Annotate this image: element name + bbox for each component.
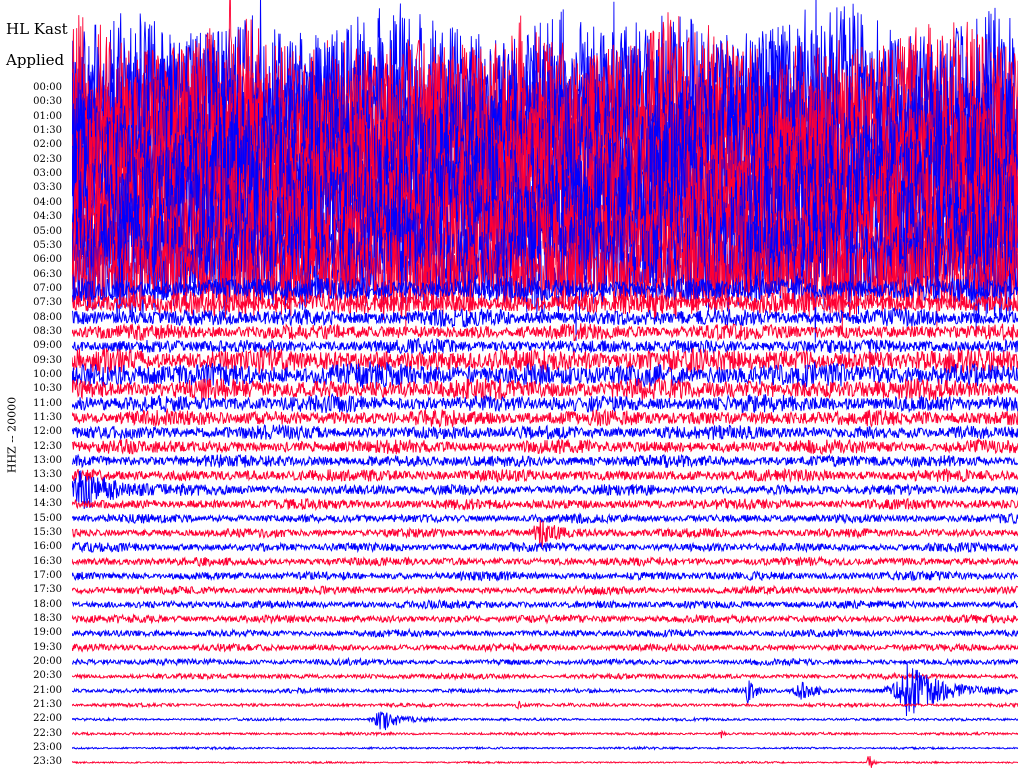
time-tick-label: 19:30 <box>33 641 62 653</box>
seismic-trace-16:00 <box>72 541 1018 554</box>
time-tick-label: 14:00 <box>33 483 62 495</box>
time-tick-label: 01:30 <box>33 125 62 137</box>
time-tick-label: 19:00 <box>33 627 62 639</box>
time-tick-label: 09:30 <box>33 354 62 366</box>
seismic-trace-19:30 <box>72 642 1018 653</box>
helicorder-display: HL Kast Applied HHZ -- 20000 00:00 00:30 0… <box>0 0 1024 780</box>
time-tick-label: 00:00 <box>33 82 62 93</box>
seismic-trace-11:00 <box>72 392 1018 414</box>
seismic-trace-19:00 <box>72 627 1018 639</box>
time-tick-label: 02:00 <box>33 139 62 151</box>
time-tick-label: 01:00 <box>33 110 62 122</box>
time-tick-label: 03:30 <box>33 182 62 194</box>
seismic-trace-13:30 <box>72 467 1018 483</box>
filter-status-label: Applied <box>6 51 65 69</box>
seismic-trace-14:30 <box>72 497 1018 512</box>
time-tick-label: 08:30 <box>33 325 62 337</box>
seismic-trace-11:30 <box>72 407 1018 429</box>
time-tick-label: 18:00 <box>33 598 62 610</box>
time-tick-label: 13:30 <box>33 469 62 481</box>
time-tick-label: 22:00 <box>33 713 62 725</box>
time-tick-label: 20:00 <box>33 656 62 667</box>
time-tick-label: 09:00 <box>33 340 62 352</box>
time-tick-label: 12:30 <box>33 440 62 452</box>
seismic-trace-20:30 <box>72 671 1018 681</box>
time-tick-label: 23:30 <box>33 756 62 768</box>
time-tick-label: 02:30 <box>33 153 62 165</box>
time-tick-label: 07:00 <box>33 282 62 294</box>
time-tick-label: 21:30 <box>33 699 62 711</box>
time-tick-label: 15:00 <box>33 512 62 524</box>
time-tick-label: 16:00 <box>33 541 62 553</box>
seismic-trace-16:30 <box>72 555 1018 568</box>
seismic-trace-10:30 <box>72 377 1018 401</box>
time-tick-label: 23:00 <box>33 742 62 754</box>
time-tick-label: 18:30 <box>33 612 62 624</box>
time-axis: 00:00 00:30 01:00 01:30 02:00 02:30 03:00 03:30… <box>0 0 72 780</box>
seismic-trace-23:30 <box>72 756 1018 768</box>
time-tick-label: 16:30 <box>33 555 62 567</box>
seismic-trace-22:30 <box>72 729 1018 739</box>
time-tick-label: 04:00 <box>33 196 62 208</box>
time-tick-label: 06:00 <box>33 254 62 266</box>
channel-label: HHZ -- 20000 <box>0 397 24 473</box>
seismic-trace-12:30 <box>72 437 1018 456</box>
time-tick-label: 03:00 <box>33 168 62 180</box>
time-tick-label: 05:30 <box>33 239 62 251</box>
time-tick-label: 00:30 <box>33 96 62 108</box>
seismic-trace-08:30 <box>72 323 1018 342</box>
time-tick-label: 08:00 <box>33 311 62 323</box>
seismic-trace-12:00 <box>72 424 1018 442</box>
time-tick-label: 11:00 <box>33 397 62 409</box>
seismic-trace-13:00 <box>72 453 1018 469</box>
time-tick-label: 06:30 <box>33 268 62 280</box>
seismic-trace-23:00 <box>72 745 1018 751</box>
seismic-trace-17:30 <box>72 584 1018 597</box>
seismic-trace-15:00 <box>72 512 1018 525</box>
time-tick-label: 22:30 <box>33 727 62 739</box>
time-tick-label: 21:00 <box>33 684 62 696</box>
time-tick-label: 10:00 <box>33 369 62 380</box>
time-tick-label: 17:30 <box>33 584 62 596</box>
time-tick-label: 07:30 <box>33 297 62 309</box>
station-title: HL Kast <box>6 20 68 38</box>
time-tick-label: 15:30 <box>33 526 62 538</box>
seismic-trace-21:30 <box>72 700 1018 710</box>
channel-label-text: HHZ -- 20000 <box>5 396 19 474</box>
seismic-trace-18:00 <box>72 598 1018 611</box>
seismogram-plot <box>72 0 1018 768</box>
time-tick-label: 04:30 <box>33 211 62 223</box>
seismic-trace-22:00 <box>72 711 1018 731</box>
time-tick-label: 20:30 <box>33 670 62 682</box>
time-tick-label: 05:00 <box>33 225 62 237</box>
seismic-trace-21:00 <box>72 663 1018 717</box>
time-tick-label: 13:00 <box>33 455 62 467</box>
time-tick-label: 14:30 <box>33 498 62 510</box>
seismic-trace-20:00 <box>72 656 1018 667</box>
seismic-trace-18:30 <box>72 613 1018 625</box>
seismic-trace-09:00 <box>72 337 1018 356</box>
seismic-trace-17:00 <box>72 569 1018 582</box>
time-tick-label: 10:30 <box>33 383 62 395</box>
time-tick-label: 12:00 <box>33 426 62 438</box>
trace-group <box>72 0 1018 768</box>
time-tick-label: 11:30 <box>33 412 62 424</box>
time-tick-label: 17:00 <box>33 569 62 581</box>
